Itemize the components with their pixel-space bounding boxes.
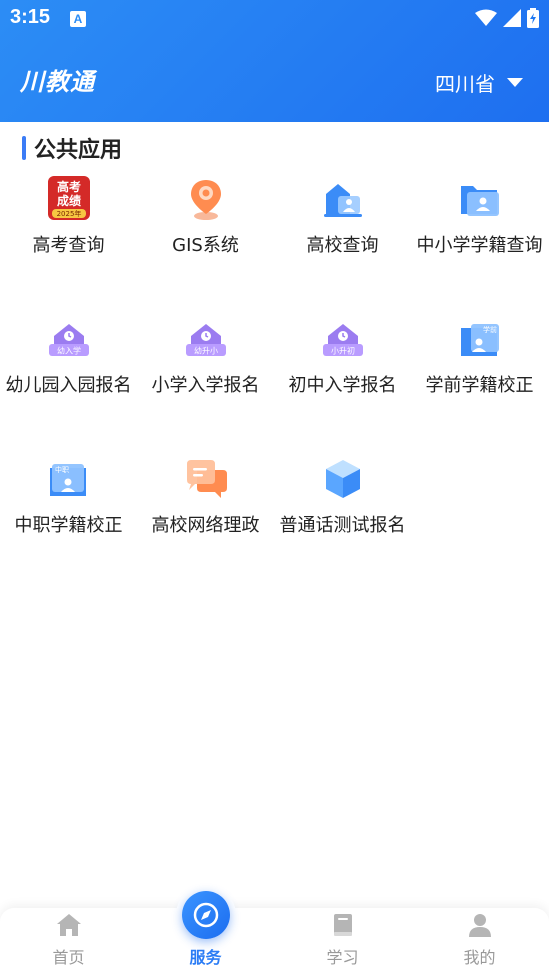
tab-label: 我的 <box>463 948 496 967</box>
primary-school-house-icon: 幼升小 <box>186 324 226 356</box>
app-gaokao-query[interactable]: 高考 成绩 2025年 高考查询 <box>0 170 137 300</box>
app-vocational-record-correction[interactable]: 中职 中职学籍校正 <box>0 450 137 580</box>
tab-label: 学习 <box>326 948 359 967</box>
status-bar: 3:15 A <box>0 0 549 36</box>
user-icon <box>469 914 491 937</box>
app-label: 普通话测试报名 <box>279 515 406 536</box>
region-selector[interactable]: 四川省 <box>435 68 523 97</box>
app-university-governance[interactable]: 高校网络理政 <box>137 450 274 580</box>
badge-line2: 成绩 <box>57 193 81 208</box>
status-time: 3:15 <box>10 6 51 28</box>
section-title: 公共应用 <box>22 134 123 163</box>
app-junior-high-registration[interactable]: 小升初 初中入学报名 <box>274 310 411 440</box>
signal-icon <box>503 9 521 27</box>
badge-text: 幼入学 <box>57 346 81 356</box>
service-fab[interactable] <box>182 891 230 939</box>
junior-high-house-icon: 小升初 <box>323 324 363 356</box>
wifi-icon <box>475 9 497 26</box>
tab-label: 服务 <box>189 948 222 967</box>
app-kindergarten-registration[interactable]: 幼入学 幼儿园入园报名 <box>0 310 137 440</box>
badge-text: 小升初 <box>331 346 355 356</box>
kindergarten-house-icon: 幼入学 <box>49 324 89 356</box>
app-gis-system[interactable]: GIS系统 <box>137 170 274 300</box>
app-preschool-record-correction[interactable]: 学前 学前学籍校正 <box>411 310 548 440</box>
tab-label: 首页 <box>52 948 85 967</box>
school-building-icon <box>324 184 362 217</box>
app-label: 高校查询 <box>306 235 379 256</box>
location-pin-icon <box>191 180 221 220</box>
compass-icon <box>193 902 219 928</box>
app-label: 高考查询 <box>32 235 105 256</box>
folder-user-icon <box>461 186 499 216</box>
badge-text: 中职 <box>55 465 69 474</box>
status-icons <box>475 8 539 28</box>
app-logo: 川教通 <box>20 67 95 96</box>
book-icon <box>334 914 352 936</box>
app-label: 初中入学报名 <box>288 375 397 396</box>
chat-bubbles-icon <box>187 460 227 498</box>
app-label: 高校网络理政 <box>151 515 260 536</box>
badge-year: 2025年 <box>57 209 82 218</box>
vocational-folder-icon: 中职 <box>50 464 86 496</box>
bottom-tab-bar: 首页 服务 学习 我的 <box>0 908 549 977</box>
section-title-text: 公共应用 <box>34 138 123 163</box>
app-label: 学前学籍校正 <box>425 375 534 396</box>
app-label: GIS系统 <box>172 235 239 256</box>
battery-icon <box>527 8 539 28</box>
app-university-query[interactable]: 高校查询 <box>274 170 411 300</box>
caret-down-icon <box>507 78 523 87</box>
app-label: 幼儿园入园报名 <box>5 375 132 396</box>
section-accent-bar <box>22 136 26 160</box>
notification-a-icon: A <box>70 11 86 27</box>
app-primary-school-registration[interactable]: 幼升小 小学入学报名 <box>137 310 274 440</box>
badge-text: 幼升小 <box>194 346 218 356</box>
tab-home[interactable]: 首页 <box>0 908 137 977</box>
preschool-folder-icon: 学前 <box>461 324 499 356</box>
app-label: 小学入学报名 <box>151 375 260 396</box>
header: 3:15 A 川教通 四川省 <box>0 0 549 122</box>
app-label: 中职学籍校正 <box>14 515 123 536</box>
badge-line1: 高考 <box>57 179 81 194</box>
app-putonghua-test-registration[interactable]: 普通话测试报名 <box>274 450 411 580</box>
region-label: 四川省 <box>435 72 495 96</box>
gaokao-score-icon: 高考 成绩 2025年 <box>48 176 90 220</box>
cube-icon <box>326 460 360 498</box>
home-icon <box>57 914 81 936</box>
badge-text: 学前 <box>483 325 497 334</box>
tab-study[interactable]: 学习 <box>274 908 411 977</box>
app-label: 中小学学籍查询 <box>416 235 543 256</box>
app-student-record-query[interactable]: 中小学学籍查询 <box>411 170 548 300</box>
tab-mine[interactable]: 我的 <box>411 908 548 977</box>
